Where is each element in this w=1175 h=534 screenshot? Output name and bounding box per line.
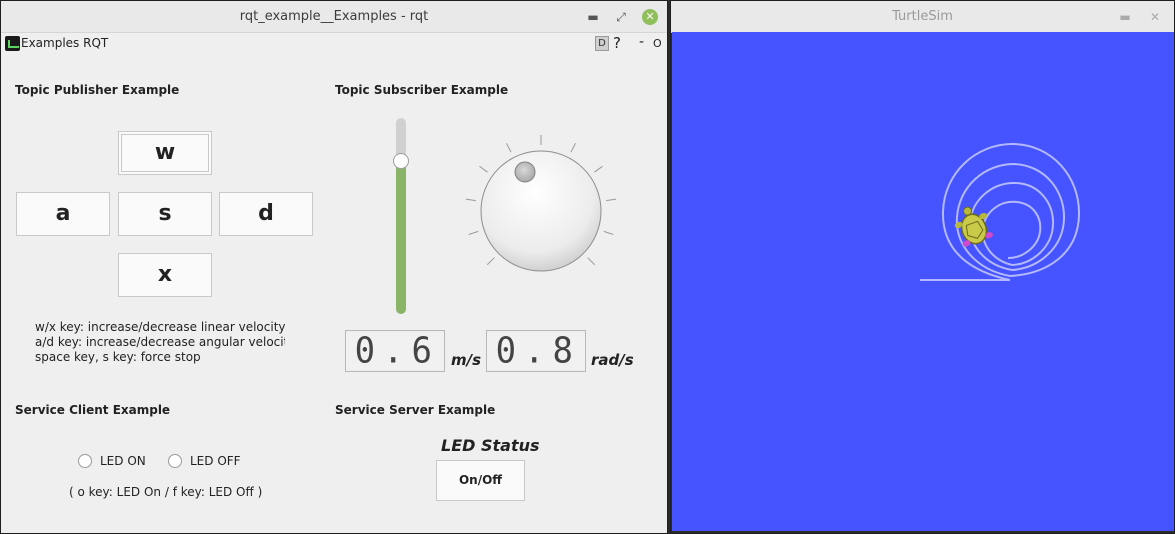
dial-tick: [468, 230, 479, 235]
led-off-radio[interactable]: [168, 454, 182, 468]
linear-velocity-display: 0.6: [345, 330, 445, 372]
plugin-bar: Examples RQT D ? - O: [1, 33, 667, 55]
led-key-note: ( o key: LED On / f key: LED Off ): [69, 485, 263, 499]
subscriber-title: Topic Subscriber Example: [335, 83, 509, 97]
plugin-title: Examples RQT: [21, 36, 109, 50]
turtlesim-window-title: TurtleSim: [892, 9, 953, 24]
angular-velocity-display: 0.8: [486, 330, 586, 372]
close-icon[interactable]: ✕: [642, 9, 658, 25]
angular-velocity-dial[interactable]: [461, 131, 621, 291]
dial-tick: [594, 165, 603, 173]
key-d-button[interactable]: d: [219, 192, 313, 236]
turtlesim-window: TurtleSim ▬ ✕: [670, 0, 1175, 534]
turtlesim-close-icon[interactable]: ✕: [1147, 9, 1163, 25]
linear-slider-handle[interactable]: [393, 153, 409, 170]
maximize-icon[interactable]: ⤢: [613, 9, 629, 25]
led-on-label: LED ON: [100, 454, 146, 468]
help-line-stop: space key, s key: force stop: [35, 350, 201, 364]
linear-unit-label: m/s: [451, 351, 482, 369]
plugin-icon: [5, 36, 20, 51]
help-line-linear: w/x key: increase/decrease linear veloci…: [35, 320, 286, 334]
led-status-title: LED Status: [441, 436, 540, 455]
plugin-minimize-button[interactable]: -: [639, 34, 644, 50]
dial-tick: [465, 198, 476, 202]
rqt-window: rqt_example__Examples - rqt ▬ ⤢ ✕ Exampl…: [0, 0, 668, 534]
service-client-title: Service Client Example: [15, 403, 171, 417]
led-on-radio[interactable]: [78, 454, 92, 468]
dial-tick: [506, 143, 512, 153]
help-line-angular: a/d key: increase/decrease angular veloc…: [35, 335, 285, 349]
dial-tick: [603, 230, 614, 235]
angular-unit-label: rad/s: [591, 351, 634, 369]
plugin-d-button[interactable]: D: [595, 36, 609, 51]
plugin-close-button[interactable]: O: [653, 37, 662, 50]
dial-tick: [587, 257, 596, 266]
dial-tick: [486, 257, 495, 266]
linear-slider-fill: [396, 161, 406, 314]
dial-tick: [570, 143, 576, 153]
turtlesim-minimize-icon[interactable]: ▬: [1117, 9, 1133, 25]
led-off-label: LED OFF: [190, 454, 241, 468]
key-w-button[interactable]: w: [118, 131, 212, 175]
minimize-icon[interactable]: ▬: [585, 9, 601, 25]
plugin-help-button[interactable]: ?: [613, 34, 621, 52]
dial-knob[interactable]: [514, 161, 536, 183]
key-s-button[interactable]: s: [118, 192, 212, 236]
rqt-window-title: rqt_example__Examples - rqt: [239, 9, 429, 24]
service-server-title: Service Server Example: [335, 403, 496, 417]
key-a-button[interactable]: a: [16, 192, 110, 236]
turtlesim-titlebar[interactable]: TurtleSim ▬ ✕: [671, 1, 1174, 33]
dial-tick: [606, 198, 617, 202]
rqt-titlebar[interactable]: rqt_example__Examples - rqt ▬ ⤢ ✕: [1, 1, 667, 33]
turtlesim-canvas[interactable]: [672, 32, 1174, 531]
publisher-title: Topic Publisher Example: [15, 83, 180, 97]
led-onoff-button[interactable]: On/Off: [436, 460, 525, 501]
key-x-button[interactable]: x: [118, 253, 212, 297]
dial-tick: [479, 165, 488, 173]
